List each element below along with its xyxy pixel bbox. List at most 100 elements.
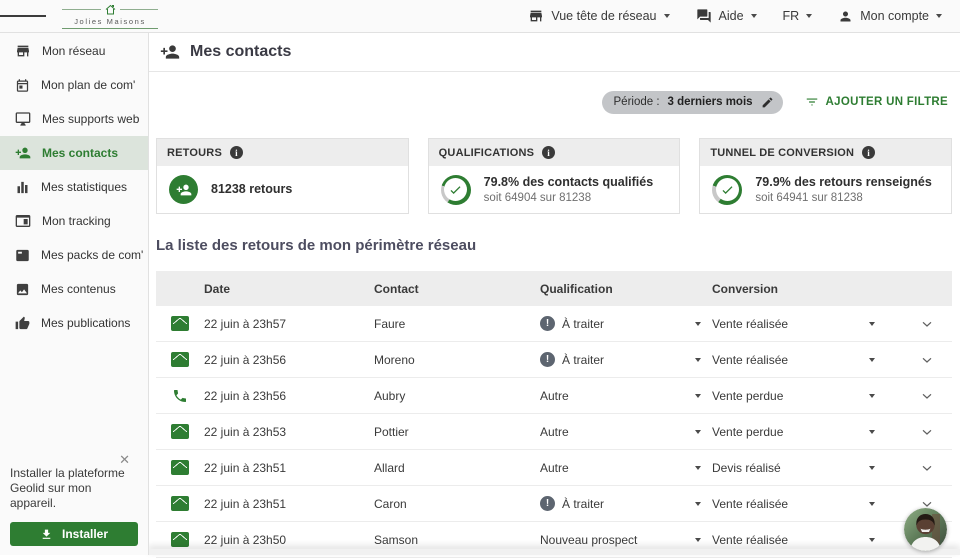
person-add-icon xyxy=(169,175,198,204)
qualification-dropdown-caret[interactable] xyxy=(684,393,712,398)
install-text: Installer la plateforme Geolid sur mon a… xyxy=(10,466,125,510)
chat-icon xyxy=(696,8,712,24)
period-filter-chip[interactable]: Période : 3 derniers mois xyxy=(601,90,783,114)
conversion-select[interactable]: Vente perdue xyxy=(712,425,858,439)
row-date: 22 juin à 23h50 xyxy=(204,532,287,547)
qualification-select[interactable]: ! À traiter xyxy=(540,316,684,331)
conversion-select[interactable]: Vente réalisée xyxy=(712,497,858,511)
table-row[interactable]: 22 juin à 23h56 Moreno ! À traiter Vente… xyxy=(156,342,952,378)
qualification-dropdown-caret[interactable] xyxy=(684,465,712,470)
row-contact: Allard xyxy=(374,460,405,475)
sidebar-item-label: Mes contacts xyxy=(42,146,119,160)
expand-row-chevron-icon[interactable] xyxy=(886,316,952,332)
qualification-select[interactable]: ! À traiter xyxy=(540,352,684,367)
pencil-icon[interactable] xyxy=(761,96,774,109)
expand-row-chevron-icon[interactable] xyxy=(886,424,952,440)
chevron-down-icon xyxy=(663,14,670,18)
conversion-dropdown-caret[interactable] xyxy=(858,537,886,542)
warning-icon: ! xyxy=(540,352,555,367)
card-value: 79.9% des retours renseignés xyxy=(755,174,932,189)
qualification-dropdown-caret[interactable] xyxy=(684,429,712,434)
conversion-dropdown-caret[interactable] xyxy=(858,465,886,470)
add-filter-button[interactable]: AJOUTER UN FILTRE xyxy=(805,95,948,109)
qualification-select[interactable]: ! Autre xyxy=(540,425,684,439)
row-date: 22 juin à 23h57 xyxy=(204,316,287,331)
qualification-value: Autre xyxy=(540,388,569,403)
table-row[interactable]: 22 juin à 23h51 Allard ! Autre Devis réa… xyxy=(156,450,952,486)
account-menu[interactable]: Mon compte xyxy=(838,9,942,24)
brand-logo: Jolies Maisons xyxy=(62,4,158,29)
sidebar-item-mes-supports-web[interactable]: Mes supports web xyxy=(0,102,148,136)
info-icon[interactable]: i xyxy=(862,146,876,159)
section-title: La liste des retours de mon périmètre ré… xyxy=(156,237,477,254)
card-qualifications: QUALIFICATIONS i 79.8% des contacts qual… xyxy=(427,138,681,214)
conversion-dropdown-caret[interactable] xyxy=(858,429,886,434)
check-ring-icon xyxy=(440,174,471,205)
thumb-up-icon xyxy=(15,316,30,331)
card-subvalue: soit 64904 sur 81238 xyxy=(483,191,592,204)
conversion-dropdown-caret[interactable] xyxy=(858,501,886,506)
network-view-label: Vue tête de réseau xyxy=(551,9,657,23)
sidebar-item-mon-plan-de-com[interactable]: Mon plan de com' xyxy=(0,68,148,102)
table-row[interactable]: 22 juin à 23h53 Pottier ! Autre Vente pe… xyxy=(156,414,952,450)
info-icon[interactable]: i xyxy=(229,146,243,159)
qualification-dropdown-caret[interactable] xyxy=(684,501,712,506)
browser-icon xyxy=(15,213,31,229)
sidebar-item-mes-contacts[interactable]: Mes contacts xyxy=(0,136,148,170)
sidebar-item-label: Mes contenus xyxy=(41,282,116,296)
qualification-select[interactable]: ! À traiter xyxy=(540,496,684,511)
email-icon xyxy=(171,532,189,547)
network-view-menu[interactable]: Vue tête de réseau xyxy=(528,8,670,24)
sidebar-item-mes-publications[interactable]: Mes publications xyxy=(0,306,148,340)
table-row[interactable]: 22 juin à 23h56 Aubry ! Autre Vente perd… xyxy=(156,378,952,414)
card-value: 79.8% des contacts qualifiés xyxy=(483,174,654,189)
help-menu[interactable]: Aide xyxy=(696,8,757,24)
table-row[interactable]: 22 juin à 23h51 Caron ! À traiter Vente … xyxy=(156,486,952,522)
qualification-select[interactable]: ! Autre xyxy=(540,461,684,475)
conversion-dropdown-caret[interactable] xyxy=(858,357,886,362)
conversion-dropdown-caret[interactable] xyxy=(858,321,886,326)
language-menu[interactable]: FR xyxy=(783,9,813,23)
close-icon[interactable]: ✕ xyxy=(119,452,130,468)
sidebar-item-mes-statistiques[interactable]: Mes statistiques xyxy=(0,170,148,204)
table-row[interactable]: 22 juin à 23h57 Faure ! À traiter Vente … xyxy=(156,306,952,342)
row-contact: Aubry xyxy=(374,388,406,403)
sidebar: Mon réseau Mon plan de com' Mes supports… xyxy=(0,32,149,555)
row-contact: Faure xyxy=(374,316,406,331)
filter-icon xyxy=(805,95,819,109)
table-header-row: Date Contact Qualification Conversion xyxy=(156,271,952,306)
filter-row: Période : 3 derniers mois AJOUTER UN FIL… xyxy=(156,90,952,114)
warning-icon: ! xyxy=(540,496,555,511)
conversion-dropdown-caret[interactable] xyxy=(858,393,886,398)
qualification-dropdown-caret[interactable] xyxy=(684,321,712,326)
period-label: Période : xyxy=(613,96,660,108)
qualification-dropdown-caret[interactable] xyxy=(684,537,712,542)
chevron-down-icon xyxy=(806,14,813,18)
conversion-select[interactable]: Vente réalisée xyxy=(712,317,858,331)
storefront-icon xyxy=(15,43,31,59)
qualification-dropdown-caret[interactable] xyxy=(684,357,712,362)
qualification-select[interactable]: ! Autre xyxy=(540,389,684,403)
expand-row-chevron-icon[interactable] xyxy=(886,388,952,404)
qualification-select[interactable]: ! Nouveau prospect xyxy=(540,533,684,547)
hamburger-menu-icon[interactable] xyxy=(0,14,46,19)
sidebar-item-label: Mes supports web xyxy=(42,112,140,126)
sidebar-item-mon-tracking[interactable]: Mon tracking xyxy=(0,204,148,238)
sidebar-item-mon-reseau[interactable]: Mon réseau xyxy=(0,34,148,68)
sidebar-item-mes-contenus[interactable]: Mes contenus xyxy=(0,272,148,306)
conversion-select[interactable]: Vente réalisée xyxy=(712,533,858,547)
column-header-qualification: Qualification xyxy=(540,281,613,296)
info-icon[interactable]: i xyxy=(542,146,556,159)
install-button[interactable]: Installer xyxy=(10,522,138,546)
sidebar-item-mes-packs-de-com[interactable]: Mes packs de com' xyxy=(0,238,148,272)
expand-row-chevron-icon[interactable] xyxy=(886,352,952,368)
conversion-select[interactable]: Vente réalisée xyxy=(712,353,858,367)
qualification-value: À traiter xyxy=(562,352,605,367)
conversion-select[interactable]: Devis réalisé xyxy=(712,461,858,475)
user-avatar[interactable] xyxy=(904,508,947,551)
conversion-select[interactable]: Vente perdue xyxy=(712,389,858,403)
house-icon xyxy=(104,4,117,16)
expand-row-chevron-icon[interactable] xyxy=(886,460,952,476)
email-icon xyxy=(171,316,189,331)
row-date: 22 juin à 23h56 xyxy=(204,352,287,367)
